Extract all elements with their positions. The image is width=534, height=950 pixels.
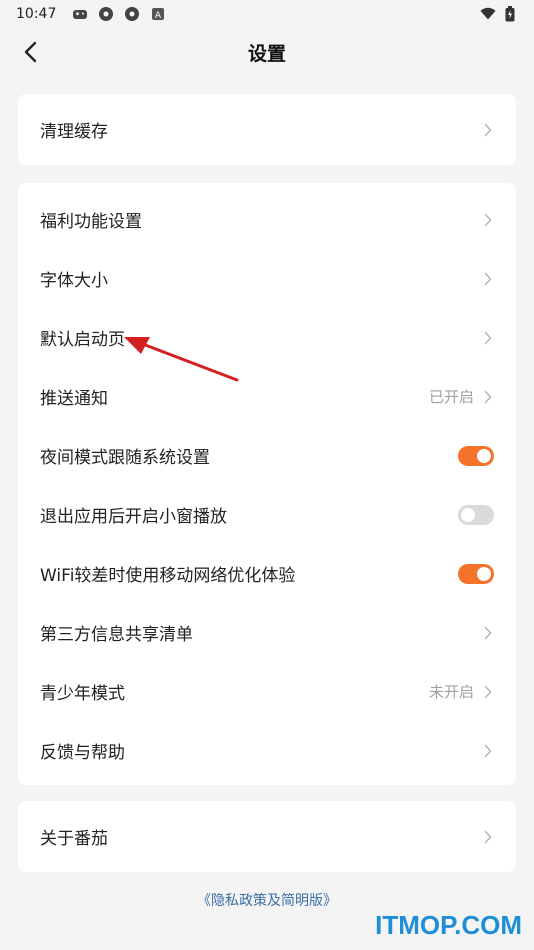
push-notification-status: 已开启 xyxy=(428,388,474,406)
teen-mode-row[interactable]: 青少年模式 未开启 xyxy=(18,662,516,721)
about-label: 关于番茄 xyxy=(40,829,108,849)
chevron-right-icon xyxy=(482,272,494,286)
chevron-right-icon xyxy=(482,123,494,137)
default-start-page-label: 默认启动页 xyxy=(40,330,125,350)
gamepad-icon xyxy=(72,6,88,22)
chevron-right-icon xyxy=(482,685,494,699)
welfare-settings-label: 福利功能设置 xyxy=(40,212,142,232)
feedback-help-label: 反馈与帮助 xyxy=(40,743,125,763)
font-size-label: 字体大小 xyxy=(40,271,108,291)
chevron-right-icon xyxy=(482,331,494,345)
app-icon xyxy=(124,6,140,22)
a-icon: A xyxy=(150,6,166,22)
svg-text:A: A xyxy=(155,11,162,21)
push-notification-row[interactable]: 推送通知 已开启 xyxy=(18,367,516,426)
back-chevron-icon[interactable] xyxy=(16,38,44,66)
feedback-help-row[interactable]: 反馈与帮助 xyxy=(18,721,516,780)
welfare-settings-row[interactable]: 福利功能设置 xyxy=(18,190,516,249)
teen-mode-label: 青少年模式 xyxy=(40,684,125,704)
third-party-sharing-label: 第三方信息共享清单 xyxy=(40,625,193,645)
wifi-icon xyxy=(480,6,496,22)
toggle-knob xyxy=(461,507,475,522)
clear-cache-label: 清理缓存 xyxy=(40,122,108,142)
night-mode-toggle[interactable] xyxy=(458,445,494,466)
top-app-bar: 设置 xyxy=(0,28,534,76)
wifi-optimize-label: WiFi较差时使用移动网络优化体验 xyxy=(40,566,296,586)
status-bar-right xyxy=(480,6,518,22)
font-size-row[interactable]: 字体大小 xyxy=(18,249,516,308)
toggle-knob xyxy=(477,448,491,463)
clear-cache-row[interactable]: 清理缓存 xyxy=(18,94,516,165)
pip-playback-label: 退出应用后开启小窗播放 xyxy=(40,507,227,527)
cache-card: 清理缓存 xyxy=(18,94,516,165)
chevron-right-icon xyxy=(482,213,494,227)
about-row[interactable]: 关于番茄 xyxy=(18,801,516,872)
status-bar-left: 10:47 A xyxy=(16,6,166,22)
status-bar: 10:47 A xyxy=(0,0,534,28)
night-mode-row: 夜间模式跟随系统设置 xyxy=(18,426,516,485)
wifi-optimize-toggle[interactable] xyxy=(458,563,494,584)
pip-playback-toggle[interactable] xyxy=(458,504,494,525)
status-time: 10:47 xyxy=(16,6,57,22)
privacy-policy-link[interactable]: 《隐私政策及简明版》 xyxy=(0,890,534,910)
page-title: 设置 xyxy=(247,42,286,65)
night-mode-label: 夜间模式跟随系统设置 xyxy=(40,448,210,468)
pip-playback-row: 退出应用后开启小窗播放 xyxy=(18,485,516,544)
app-icon xyxy=(98,6,114,22)
toggle-knob xyxy=(477,566,491,581)
teen-mode-status: 未开启 xyxy=(428,683,474,701)
settings-card: 福利功能设置 字体大小 默认启动页 推送通知 已开启 夜间模式跟随系统设置 退出… xyxy=(18,183,516,785)
third-party-sharing-row[interactable]: 第三方信息共享清单 xyxy=(18,603,516,662)
default-start-page-row[interactable]: 默认启动页 xyxy=(18,308,516,367)
battery-icon xyxy=(502,6,518,22)
push-notification-label: 推送通知 xyxy=(40,389,108,409)
chevron-right-icon xyxy=(482,744,494,758)
chevron-right-icon xyxy=(482,626,494,640)
chevron-right-icon xyxy=(482,390,494,404)
site-watermark: ITMOP.COM xyxy=(375,910,522,940)
wifi-optimize-row: WiFi较差时使用移动网络优化体验 xyxy=(18,544,516,603)
about-card: 关于番茄 xyxy=(18,801,516,872)
chevron-right-icon xyxy=(482,830,494,844)
